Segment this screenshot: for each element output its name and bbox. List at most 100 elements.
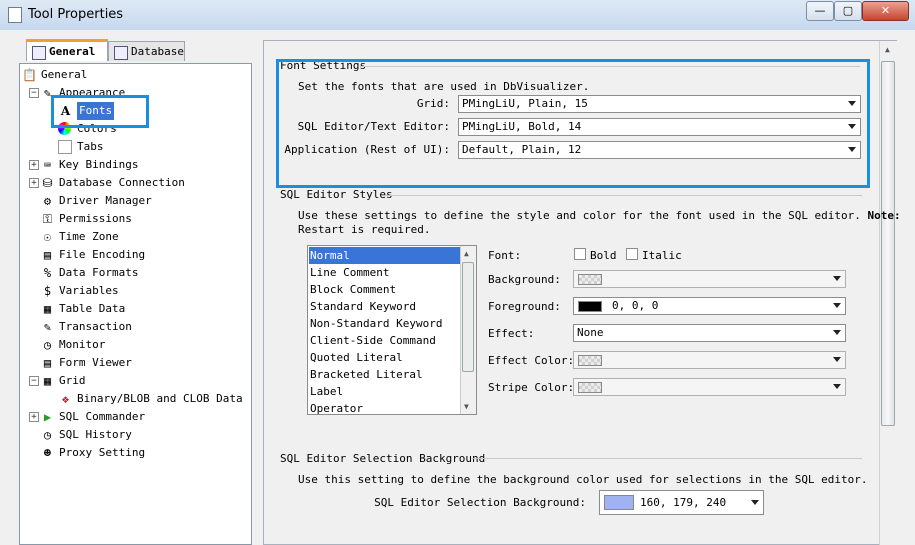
title-bar: Tool Properties — ▢ ✕: [0, 0, 915, 30]
editor-styles-description: Use these settings to define the style a…: [298, 209, 901, 222]
font-settings-highlight-box: [276, 59, 870, 188]
key-icon: ⚿: [42, 212, 53, 226]
transaction-icon: ✎: [43, 320, 52, 334]
effect-value: None: [577, 326, 604, 339]
italic-label: Italic: [642, 249, 682, 262]
scroll-up-icon[interactable]: ▲: [464, 249, 469, 258]
globe-icon: ☉: [43, 230, 52, 244]
editor-styles-desc-text: Use these settings to define the style a…: [298, 209, 861, 222]
effect-label: Effect:: [488, 327, 535, 340]
italic-checkbox[interactable]: [626, 248, 638, 260]
stripe-color-label: Stripe Color:: [488, 381, 575, 394]
tree-label: General: [41, 68, 88, 81]
expand-toggle[interactable]: +: [29, 160, 39, 170]
background-color-select[interactable]: [573, 270, 846, 288]
tree-label: Key Bindings: [59, 158, 139, 171]
play-icon: ▶: [43, 410, 52, 424]
expand-toggle[interactable]: +: [29, 178, 39, 188]
tabs-icon: [58, 140, 72, 154]
foreground-label: Foreground:: [488, 300, 561, 313]
tree-label: Variables: [59, 284, 119, 297]
list-item[interactable]: Non-Standard Keyword: [309, 315, 460, 332]
stripe-color-swatch: [578, 382, 602, 393]
selection-bg-description: Use this setting to define the backgroun…: [298, 473, 868, 486]
tree-label: Time Zone: [59, 230, 119, 243]
scroll-thumb[interactable]: [881, 61, 895, 426]
tree-label: Monitor: [59, 338, 106, 351]
list-item[interactable]: Client-Side Command: [309, 332, 460, 349]
scroll-down-icon[interactable]: ▼: [464, 402, 469, 411]
background-swatch: [578, 274, 602, 285]
expand-toggle[interactable]: −: [29, 376, 39, 386]
tab-general-label: General: [49, 45, 96, 58]
chevron-down-icon: [833, 303, 841, 308]
selection-bg-value: 160, 179, 240: [640, 496, 727, 509]
list-item[interactable]: Normal: [309, 247, 462, 264]
tree-label: Proxy Setting: [59, 446, 146, 459]
tree-label: Database Connection: [59, 176, 185, 189]
maximize-button[interactable]: ▢: [834, 1, 862, 21]
minimize-button[interactable]: —: [806, 1, 834, 21]
tab-general[interactable]: General: [26, 39, 108, 61]
tree-label: Driver Manager: [59, 194, 152, 207]
note-label: Note:: [867, 209, 901, 222]
chevron-down-icon: [833, 276, 841, 281]
proxy-icon: ☻: [43, 446, 52, 460]
editor-styles-title: SQL Editor Styles: [280, 188, 393, 201]
chevron-down-icon: [833, 384, 841, 389]
background-label: Background:: [488, 273, 561, 286]
grid-icon: ▦: [43, 374, 52, 388]
tree-label: File Encoding: [59, 248, 146, 261]
chevron-down-icon: [833, 357, 841, 362]
form-icon: ▤: [43, 356, 52, 370]
divider: [384, 195, 862, 196]
expand-toggle[interactable]: +: [29, 412, 39, 422]
list-item[interactable]: Line Comment: [309, 264, 460, 281]
foreground-value: 0, 0, 0: [612, 299, 659, 312]
selection-bg-label: SQL Editor Selection Background:: [374, 496, 586, 509]
foreground-color-select[interactable]: 0, 0, 0: [573, 297, 846, 315]
stripe-color-select[interactable]: [573, 378, 846, 396]
tool-properties-window: Tool Properties — ▢ ✕ General Database 📋…: [0, 0, 915, 545]
table-icon: ▦: [43, 302, 52, 316]
scroll-up-icon[interactable]: ▲: [885, 45, 890, 54]
general-icon: 📋: [22, 68, 37, 82]
driver-icon: ⚙: [43, 194, 52, 208]
tree-label: Tabs: [77, 140, 104, 153]
list-scroll-thumb[interactable]: [462, 262, 474, 372]
bold-checkbox[interactable]: [574, 248, 586, 260]
list-item[interactable]: Operator: [309, 400, 460, 414]
list-item[interactable]: Quoted Literal: [309, 349, 460, 366]
tree-label: Grid: [59, 374, 86, 387]
tree-label: Data Formats: [59, 266, 139, 279]
list-item[interactable]: Bracketed Literal: [309, 366, 460, 383]
close-button[interactable]: ✕: [862, 1, 909, 21]
chevron-down-icon: [833, 330, 841, 335]
editor-styles-restart-note: Restart is required.: [298, 223, 431, 236]
general-tab-icon: [32, 46, 46, 60]
list-scrollbar[interactable]: ▲ ▼: [460, 246, 476, 414]
tree-label: Transaction: [59, 320, 132, 333]
selection-bg-title: SQL Editor Selection Background: [280, 452, 486, 465]
divider: [472, 458, 862, 459]
chevron-down-icon: [751, 500, 759, 505]
list-item[interactable]: Block Comment: [309, 281, 460, 298]
percent-icon: %: [43, 266, 52, 280]
effect-color-label: Effect Color:: [488, 354, 575, 367]
tab-database[interactable]: Database: [108, 41, 185, 61]
expand-toggle[interactable]: −: [29, 88, 39, 98]
selection-bg-select[interactable]: 160, 179, 240: [599, 490, 764, 515]
panel-scrollbar[interactable]: ▲: [879, 41, 897, 545]
list-item[interactable]: Standard Keyword: [309, 298, 460, 315]
effect-color-select[interactable]: [573, 351, 846, 369]
history-icon: ◷: [43, 428, 52, 442]
tree-label: SQL Commander: [59, 410, 146, 423]
window-title: Tool Properties: [28, 7, 124, 22]
list-item[interactable]: Label: [309, 383, 460, 400]
style-list[interactable]: Normal Line Comment Block Comment Standa…: [307, 245, 477, 415]
dollar-icon: $: [43, 284, 52, 298]
effect-select[interactable]: None: [573, 324, 846, 342]
tree-label: Binary/BLOB and CLOB Data: [77, 392, 243, 405]
tree-label: Form Viewer: [59, 356, 132, 369]
fonts-highlight-box: [51, 95, 149, 128]
